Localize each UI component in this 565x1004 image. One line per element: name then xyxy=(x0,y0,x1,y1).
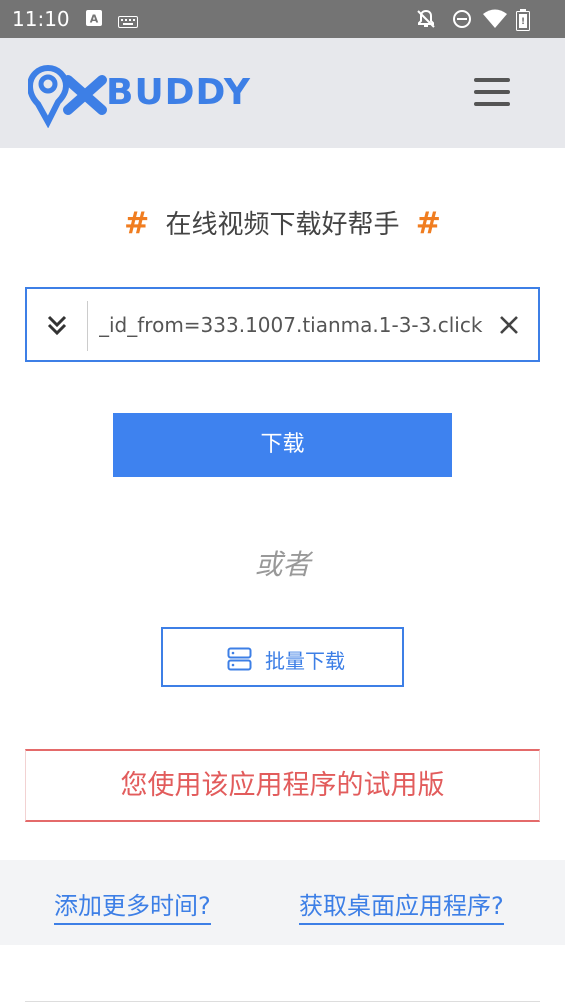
headline-text: 在线视频下载好帮手 xyxy=(165,210,400,240)
hamburger-line xyxy=(474,102,510,106)
dnd-icon xyxy=(452,9,472,33)
download-button[interactable]: 下载 xyxy=(113,413,452,477)
svg-text:A: A xyxy=(90,13,99,26)
logo-text: BUDDY xyxy=(106,72,251,113)
batch-download-label: 批量下载 xyxy=(265,649,345,673)
trial-notice: 您使用该应用程序的试用版 xyxy=(25,749,540,822)
url-input-value[interactable]: _id_from=333.1007.tianma.1-3-3.click xyxy=(99,313,489,337)
wifi-icon xyxy=(482,9,508,33)
expand-chevron-icon[interactable] xyxy=(43,311,71,339)
logo[interactable]: BUDDY xyxy=(28,62,268,128)
status-time: 11:10 xyxy=(12,7,70,31)
hash-left: # xyxy=(124,206,150,241)
app-header: BUDDY xyxy=(0,38,565,148)
battery-icon: ! xyxy=(516,9,530,35)
hamburger-icon xyxy=(474,78,510,82)
keyboard-icon xyxy=(118,13,138,32)
or-label: 或者 xyxy=(254,548,311,581)
get-desktop-link[interactable]: 获取桌面应用程序? xyxy=(299,886,504,925)
hamburger-line xyxy=(474,90,510,94)
url-input-box[interactable]: _id_from=333.1007.tianma.1-3-3.click xyxy=(25,287,540,362)
a-notification-icon: A xyxy=(86,10,102,30)
hash-right: # xyxy=(415,206,441,241)
input-divider xyxy=(87,301,88,351)
add-time-link[interactable]: 添加更多时间? xyxy=(54,886,211,925)
svg-text:!: ! xyxy=(521,17,525,27)
notifications-off-icon xyxy=(416,9,436,33)
logo-mark-icon xyxy=(28,64,107,128)
links-band: 添加更多时间? 获取桌面应用程序? xyxy=(0,860,565,945)
batch-download-button[interactable]: 批量下载 xyxy=(161,627,404,687)
clear-icon[interactable] xyxy=(495,311,523,339)
status-bar: 11:10 A ! xyxy=(0,0,565,38)
server-icon xyxy=(227,647,253,671)
menu-button[interactable] xyxy=(474,78,510,110)
page-headline: # 在线视频下载好帮手 # xyxy=(0,204,565,241)
bottom-divider xyxy=(25,1001,540,1002)
